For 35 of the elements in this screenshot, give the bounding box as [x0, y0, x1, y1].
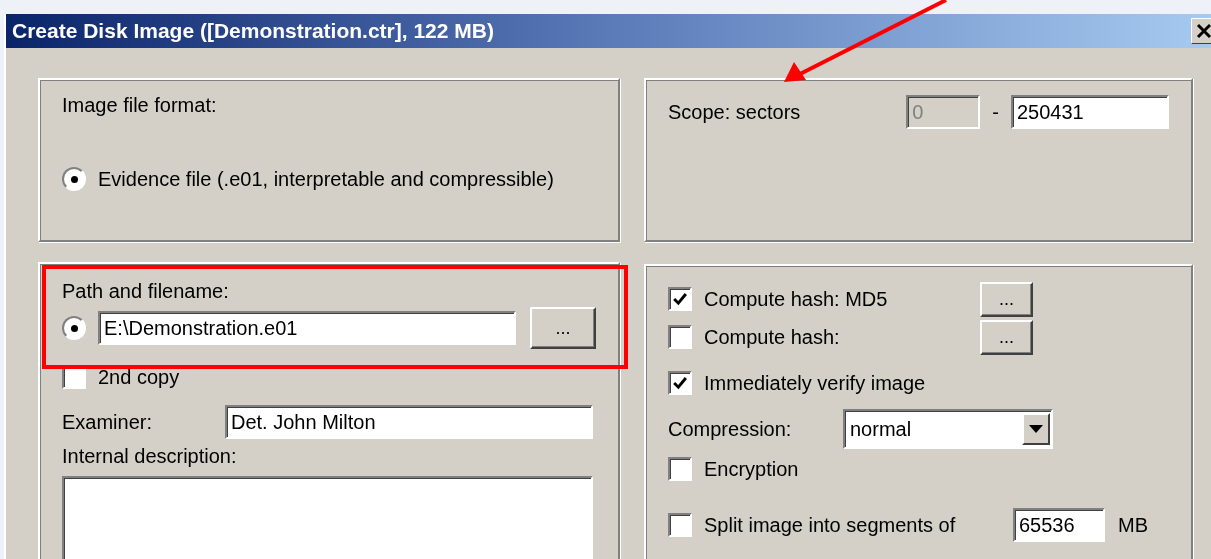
radio-button[interactable]: [62, 167, 86, 191]
path-field[interactable]: E:\Demonstration.e01: [98, 311, 516, 345]
description-field[interactable]: [62, 476, 593, 559]
unit-label: MB: [1118, 513, 1148, 537]
examiner-field[interactable]: Det. John Milton: [225, 405, 593, 439]
checkbox-label: 2nd copy: [98, 365, 180, 389]
segment-size-field[interactable]: 65536: [1013, 508, 1105, 542]
browse-button[interactable]: ...: [530, 307, 596, 349]
hash-settings-button[interactable]: ...: [980, 319, 1033, 355]
close-icon: [1196, 23, 1211, 39]
hash-settings-button[interactable]: ...: [980, 281, 1033, 317]
to-sector-field[interactable]: 250431: [1011, 95, 1169, 129]
checkbox-label: Immediately verify image: [704, 371, 926, 395]
dropdown-arrow-icon: [1029, 425, 1043, 433]
checkbox-label: Compute hash: MD5: [704, 287, 889, 311]
checkbox-label: Split image into segments of: [704, 513, 957, 537]
radio-button[interactable]: [62, 316, 86, 340]
range-separator: -: [992, 100, 999, 124]
checkbox-label: Compute hash:: [704, 325, 841, 349]
checkbox[interactable]: [668, 325, 692, 349]
checkbox-label: Encryption: [704, 457, 799, 481]
window-title: Create Disk Image ([Demonstration.ctr], 122 MB): [12, 19, 494, 43]
radio-label: Evidence file (.e01, interpretable and compressible): [98, 167, 554, 191]
scope-label: Scope: sectors: [668, 100, 802, 124]
field-label: Path and filename:: [62, 280, 230, 303]
field-label: Compression:: [668, 417, 793, 441]
checkbox[interactable]: [668, 287, 692, 311]
compression-dropdown[interactable]: normal: [843, 409, 1053, 449]
checkbox[interactable]: [668, 457, 692, 481]
checkbox[interactable]: [668, 513, 692, 537]
checkbox[interactable]: [668, 371, 692, 395]
group-label: Image file format:: [62, 94, 218, 117]
field-label: Internal description:: [62, 445, 238, 468]
field-label: Examiner:: [62, 410, 154, 434]
close-button[interactable]: [1191, 18, 1211, 44]
